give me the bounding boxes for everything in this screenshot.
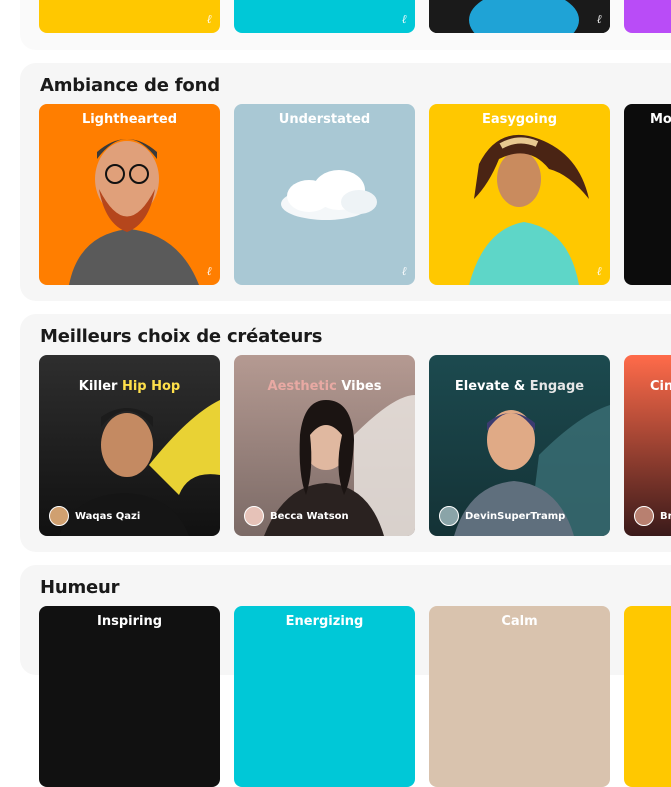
card-title-plain: Vibes <box>341 379 382 394</box>
avatar <box>439 506 459 526</box>
card-killer-hip-hop[interactable]: Killer Hip Hop Waqas Qazi <box>39 355 220 536</box>
section-title: Ambiance de fond <box>40 75 220 96</box>
person-photo <box>429 0 610 33</box>
section-creators: Meilleurs choix de créateurs Killer Hip … <box>20 314 671 552</box>
dancing-woman-photo <box>469 134 589 285</box>
card-energizing[interactable]: Energizing <box>234 606 415 787</box>
card-inspiring[interactable]: Inspiring <box>39 606 220 787</box>
card-top-4[interactable] <box>624 0 671 33</box>
creator-badge[interactable]: Waqas Qazi <box>49 506 140 526</box>
card-top-3[interactable]: ℓ <box>429 0 610 33</box>
card-title-plain: Elevate & <box>454 379 526 394</box>
card-title: Understated <box>278 112 371 127</box>
section-humeur: Humeur Inspiring Energizing Calm <box>20 565 671 787</box>
card-title-accent: Engage <box>529 379 585 394</box>
card-title: Easygoing <box>481 112 558 127</box>
card-title: Killer Hip Hop <box>39 379 220 394</box>
card-top-1[interactable]: ℓ <box>39 0 220 33</box>
card-partial[interactable] <box>624 606 671 787</box>
bearded-man-photo <box>69 139 199 285</box>
creator-badge[interactable]: Br <box>634 506 671 526</box>
card-calm[interactable]: Calm <box>429 606 610 787</box>
card-title: Energizing <box>285 614 364 629</box>
artlist-logo-icon: ℓ <box>596 264 602 278</box>
artlist-logo-icon: ℓ <box>206 264 212 278</box>
creator-name: Br <box>660 510 671 522</box>
section-top-partial: ℓ ℓ ℓ <box>20 0 671 50</box>
cloud-image <box>281 170 377 220</box>
creator-name: DevinSuperTramp <box>465 510 566 522</box>
card-title: Inspiring <box>96 614 163 629</box>
creator-badge[interactable]: Becca Watson <box>244 506 349 526</box>
card-mo-partial[interactable]: Mo <box>624 104 671 285</box>
card-title-accent: Hip Hop <box>121 379 181 394</box>
card-cin-partial[interactable]: Cin Br <box>624 355 671 536</box>
card-understated[interactable]: Understated ℓ <box>234 104 415 285</box>
avatar <box>49 506 69 526</box>
creator-name: Waqas Qazi <box>75 510 141 522</box>
card-top-2[interactable]: ℓ <box>234 0 415 33</box>
card-title-plain: Killer <box>78 379 118 394</box>
artlist-logo-icon: ℓ <box>401 264 407 278</box>
card-title: Cin <box>650 379 671 394</box>
card-aesthetic-vibes[interactable]: Aesthetic Vibes Becca Watson <box>234 355 415 536</box>
creator-badge[interactable]: DevinSuperTramp <box>439 506 565 526</box>
card-lighthearted[interactable]: Lighthearted ℓ <box>39 104 220 285</box>
card-title-accent: Aesthetic <box>267 379 337 394</box>
creator-name: Becca Watson <box>270 510 349 522</box>
artlist-logo-icon: ℓ <box>596 12 602 26</box>
card-title: Aesthetic Vibes <box>234 379 415 394</box>
card-title: Elevate & Engage <box>429 379 610 394</box>
card-easygoing[interactable]: Easygoing ℓ <box>429 104 610 285</box>
card-title: Calm <box>501 614 538 629</box>
card-title: Mo <box>650 112 671 127</box>
card-title: Lighthearted <box>81 112 178 127</box>
card-elevate-engage[interactable]: Elevate & Engage DevinSuperTramp <box>429 355 610 536</box>
artlist-logo-icon: ℓ <box>206 12 212 26</box>
avatar <box>634 506 654 526</box>
section-title: Meilleurs choix de créateurs <box>40 326 323 347</box>
section-title: Humeur <box>40 577 120 598</box>
avatar <box>244 506 264 526</box>
section-ambiance: Ambiance de fond Lighthearted ℓ Understa… <box>20 63 671 301</box>
artlist-logo-icon: ℓ <box>401 12 407 26</box>
